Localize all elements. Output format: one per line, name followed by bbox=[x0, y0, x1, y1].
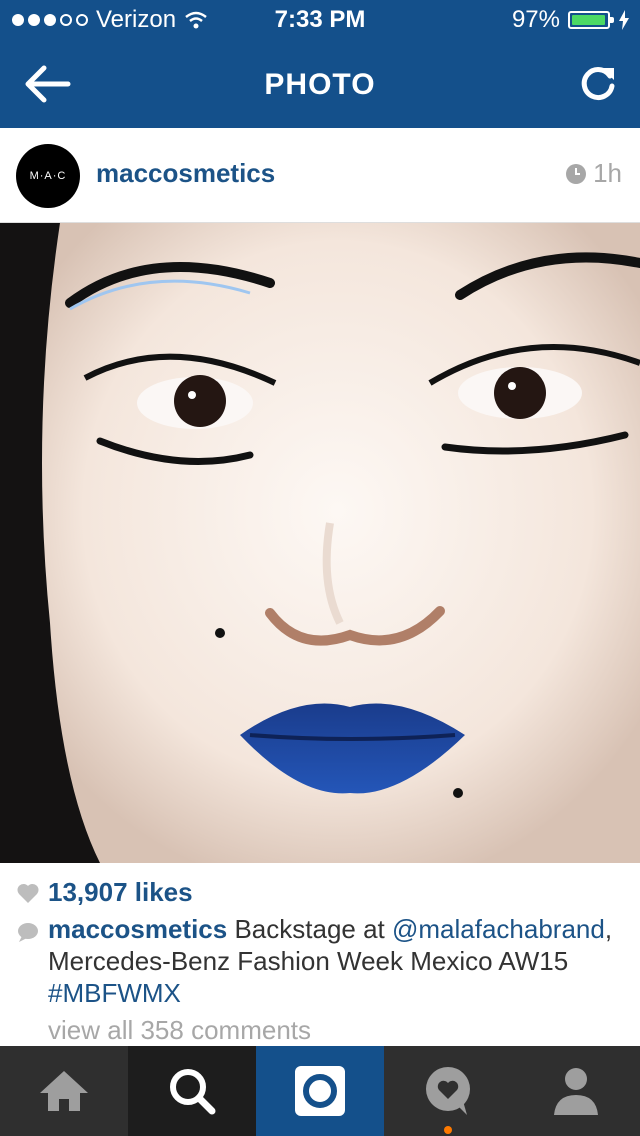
battery-icon bbox=[568, 11, 614, 29]
tab-search[interactable] bbox=[128, 1046, 256, 1136]
notification-dot bbox=[444, 1126, 452, 1134]
caption: maccosmetics Backstage at @malafachabran… bbox=[48, 913, 618, 1009]
avatar[interactable]: M·A·C bbox=[16, 144, 80, 208]
camera-icon bbox=[295, 1066, 345, 1116]
header: Verizon 7:33 PM 97% PHOTO bbox=[0, 0, 640, 128]
likes-row[interactable]: 13,907 likes bbox=[16, 877, 193, 908]
tab-bar bbox=[0, 1046, 640, 1136]
tab-profile[interactable] bbox=[512, 1046, 640, 1136]
battery-percent: 97% bbox=[511, 6, 560, 33]
caption-mention[interactable]: @malafachabrand bbox=[392, 914, 605, 944]
caption-text: Backstage at bbox=[227, 914, 392, 944]
battery-tip bbox=[610, 17, 614, 23]
status-bar: Verizon 7:33 PM 97% bbox=[0, 0, 640, 40]
page-title: PHOTO bbox=[264, 68, 376, 101]
charging-bolt-icon bbox=[619, 10, 629, 30]
likes-count: 13,907 likes bbox=[48, 877, 193, 907]
refresh-icon[interactable] bbox=[576, 62, 620, 106]
heart-icon bbox=[17, 883, 39, 903]
heart-bubble-icon bbox=[426, 1067, 470, 1115]
tab-activity[interactable] bbox=[384, 1046, 512, 1136]
post-meta: 13,907 likes maccosmetics Backstage at @… bbox=[0, 863, 640, 1046]
time-ago-text: 1h bbox=[593, 158, 622, 188]
caption-hashtag[interactable]: #MBFWMX bbox=[48, 978, 181, 1008]
tab-home[interactable] bbox=[0, 1046, 128, 1136]
status-right: 97% bbox=[512, 6, 630, 34]
post-header: M·A·C maccosmetics 1h bbox=[0, 128, 640, 223]
person-icon bbox=[554, 1068, 598, 1115]
battery-fill bbox=[572, 15, 605, 25]
portrait-photo bbox=[0, 223, 640, 863]
comment-bubble-icon bbox=[18, 923, 38, 942]
tab-camera[interactable] bbox=[256, 1046, 384, 1136]
clock-icon bbox=[566, 163, 587, 184]
search-icon bbox=[170, 1069, 216, 1115]
post-time: 1h bbox=[565, 158, 622, 189]
home-icon bbox=[40, 1071, 88, 1111]
caption-username[interactable]: maccosmetics bbox=[48, 914, 227, 944]
view-all-comments-link[interactable]: view all 358 comments bbox=[48, 1015, 311, 1046]
post-username[interactable]: maccosmetics bbox=[96, 158, 275, 189]
post-photo[interactable] bbox=[0, 223, 640, 863]
nav-bar: PHOTO bbox=[0, 40, 640, 128]
